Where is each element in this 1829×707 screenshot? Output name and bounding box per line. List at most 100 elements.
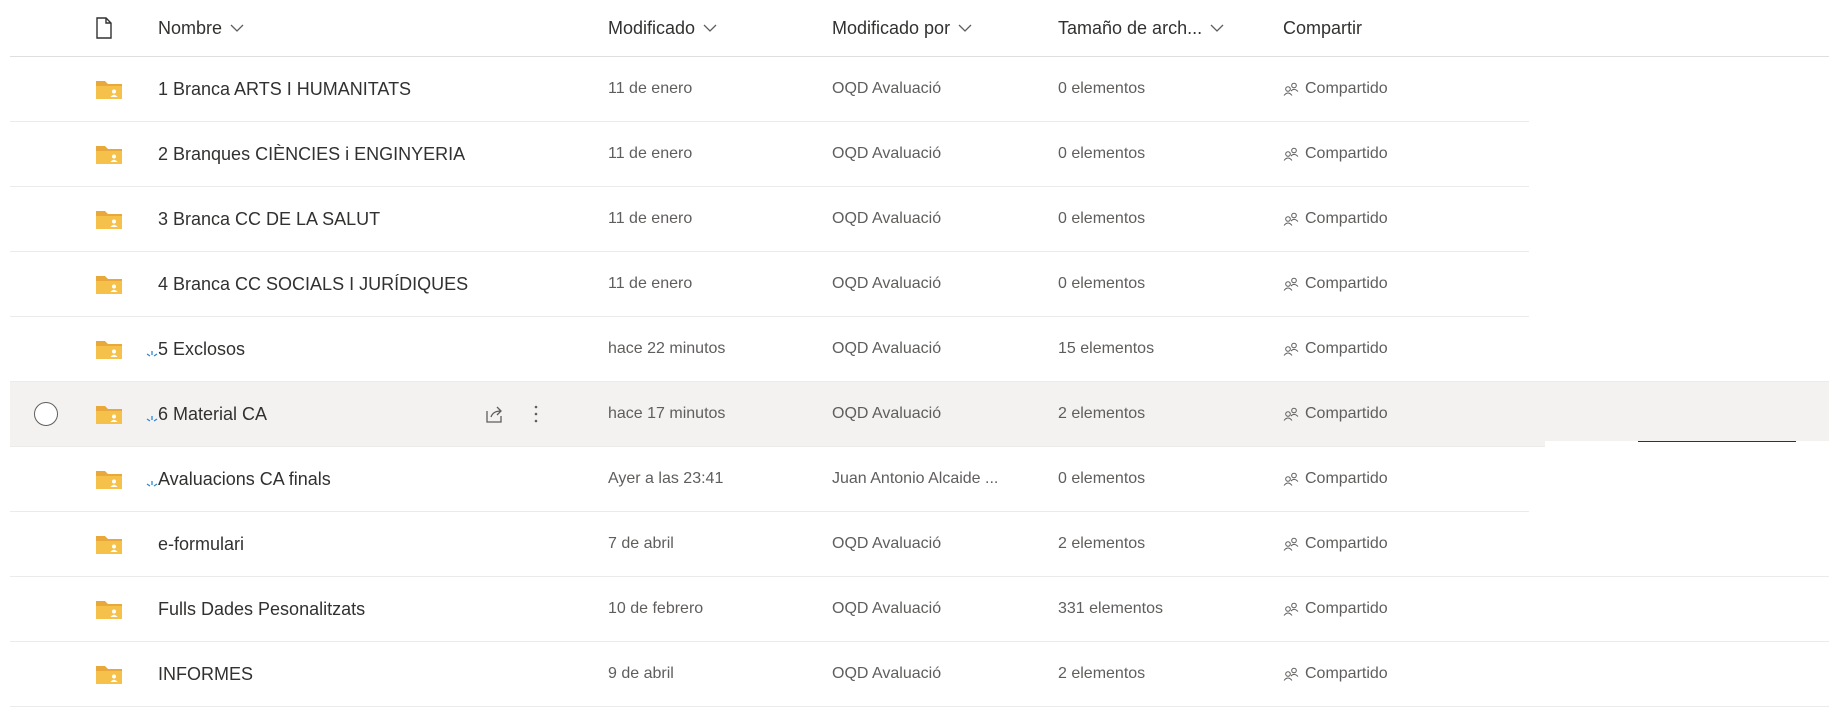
file-size: 2 elementos [1058,382,1258,446]
sharing-status[interactable]: Compartido [1283,317,1483,381]
file-list: Nombre Modificado Modificado por Tamaño … [10,0,1829,707]
column-header-modified-label: Modificado [608,17,696,38]
sharing-status[interactable]: Compartido [1283,252,1483,316]
shared-folder-icon [96,341,122,359]
file-size: 331 elementos [1058,577,1258,641]
sharing-status[interactable]: Compartido [1283,57,1483,121]
table-row[interactable]: Avaluacions CA finals Ayer a las 23:41 Jua… [10,447,1529,512]
table-row[interactable]: 1 Branca ARTS I HUMANITATS 11 de enero OQD… [10,57,1529,122]
shared-folder-icon [96,276,122,294]
folder-name-wrap: 1 Branca ARTS I HUMANITATS [158,79,411,100]
sharing-status-text: Compartido [1305,535,1388,552]
column-header-share-label: Compartir [1283,17,1363,38]
modified-by[interactable]: OQD Avaluació [832,642,1047,706]
shared-people-icon [1283,277,1299,291]
table-row[interactable]: 5 Exclosos hace 22 minutos OQD Avaluació 15… [10,317,1829,382]
folder-name[interactable]: e-formulari [158,512,518,576]
modified-date-text: 11 de enero [608,145,693,162]
folder-icon-cell [95,187,135,251]
file-size-text: 2 elementos [1058,665,1146,682]
modified-by[interactable]: OQD Avaluació [832,122,1047,186]
sharing-status[interactable]: Compartido [1283,512,1483,576]
sharing-status[interactable]: Compartido [1283,577,1483,641]
file-size: 0 elementos [1058,447,1258,511]
modified-by-text: OQD Avaluació [832,145,942,162]
shared-folder-icon [96,406,122,424]
chevron-down-icon [230,24,244,32]
table-row[interactable]: INFORMES 9 de abril OQD Avaluació 2 element… [10,642,1829,707]
row-select-checkbox[interactable] [30,382,62,446]
sharing-status[interactable]: Compartido [1283,382,1483,446]
modified-date: 9 de abril [608,642,828,706]
shared-people-icon [1283,602,1299,616]
file-type-column-header[interactable] [95,0,135,56]
modified-date: 10 de febrero [608,577,828,641]
table-row[interactable]: 3 Branca CC DE LA SALUT 11 de enero OQD Av… [10,187,1529,252]
sharing-status-text: Compartido [1305,600,1388,617]
file-size-text: 0 elementos [1058,470,1146,487]
modified-by[interactable]: OQD Avaluació [832,382,1047,446]
table-row[interactable]: Fulls Dades Pesonalitzats 10 de febrero OQ… [10,577,1829,642]
modified-date: 11 de enero [608,122,828,186]
folder-name-wrap: 6 Material CA [146,404,267,425]
chevron-down-icon [1210,24,1224,32]
modified-by[interactable]: OQD Avaluació [832,187,1047,251]
sharing-status-text: Compartido [1305,145,1388,162]
folder-name[interactable]: 4 Branca CC SOCIALS I JURÍDIQUES [158,252,518,316]
sharing-status[interactable]: Compartido [1283,447,1483,511]
sharing-status[interactable]: Compartido [1283,187,1483,251]
column-header-modified-by[interactable]: Modificado por [832,0,1047,56]
folder-name[interactable]: Avaluacions CA finals [146,447,518,511]
folder-name[interactable]: Fulls Dades Pesonalitzats [158,577,518,641]
modified-by[interactable]: OQD Avaluació [832,252,1047,316]
modified-date-text: hace 22 minutos [608,340,726,357]
folder-icon-cell [95,317,135,381]
radio-circle-icon [34,402,58,426]
modified-date: 11 de enero [608,57,828,121]
modified-by[interactable]: OQD Avaluació [832,317,1047,381]
file-size-text: 2 elementos [1058,405,1146,422]
folder-name[interactable]: 1 Branca ARTS I HUMANITATS [158,57,518,121]
file-size: 15 elementos [1058,317,1258,381]
modified-date: 11 de enero [608,252,828,316]
folder-name[interactable]: 2 Branques CIÈNCIES i ENGINYERIA [158,122,518,186]
table-row[interactable]: e-formulari 7 de abril OQD Avaluació 2 elem… [10,512,1829,577]
column-header-size[interactable]: Tamaño de arch... [1058,0,1258,56]
modified-by[interactable]: OQD Avaluació [832,512,1047,576]
folder-name-text: 2 Branques CIÈNCIES i ENGINYERIA [158,143,466,164]
sharing-status[interactable]: Compartido [1283,642,1483,706]
folder-name[interactable]: 3 Branca CC DE LA SALUT [158,187,518,251]
folder-name-text: e-formulari [158,533,245,554]
folder-name[interactable]: 5 Exclosos [146,317,518,381]
modified-by[interactable]: OQD Avaluació [832,57,1047,121]
modified-by[interactable]: Juan Antonio Alcaide ... [832,447,1047,511]
column-header-name[interactable]: Nombre [158,0,518,56]
folder-name-wrap: e-formulari [158,534,244,555]
folder-name-wrap: 4 Branca CC SOCIALS I JURÍDIQUES [158,274,468,295]
shared-folder-icon [96,211,122,229]
file-size: 0 elementos [1058,122,1258,186]
folder-name-text: Avaluacions CA finals [158,468,331,489]
table-row[interactable]: 6 Material CA hace 17 minutos OQD Avaluac… [10,382,1829,447]
modified-date-text: 11 de enero [608,275,693,292]
row-actions [485,382,539,446]
modified-by-text: OQD Avaluació [832,210,942,227]
folder-name[interactable]: 6 Material CA [146,382,518,446]
table-row[interactable]: 2 Branques CIÈNCIES i ENGINYERIA 11 de en… [10,122,1529,187]
shared-people-icon [1283,407,1299,421]
table-row[interactable]: 4 Branca CC SOCIALS I JURÍDIQUES 11 de en… [10,252,1529,317]
shared-folder-icon [96,666,122,684]
folder-name-text: INFORMES [158,663,254,684]
file-size: 0 elementos [1058,252,1258,316]
sharing-status[interactable]: Compartido [1283,122,1483,186]
column-header-share[interactable]: Compartir [1283,0,1483,56]
modified-by-text: OQD Avaluació [832,600,942,617]
modified-by[interactable]: OQD Avaluació [832,577,1047,641]
more-options-icon[interactable] [533,404,539,424]
file-size-text: 0 elementos [1058,80,1146,97]
new-item-icon [146,480,158,487]
modified-date-text: 9 de abril [608,665,674,682]
folder-name[interactable]: INFORMES [158,642,518,706]
column-header-modified[interactable]: Modificado [608,0,828,56]
share-icon[interactable] [485,405,505,423]
